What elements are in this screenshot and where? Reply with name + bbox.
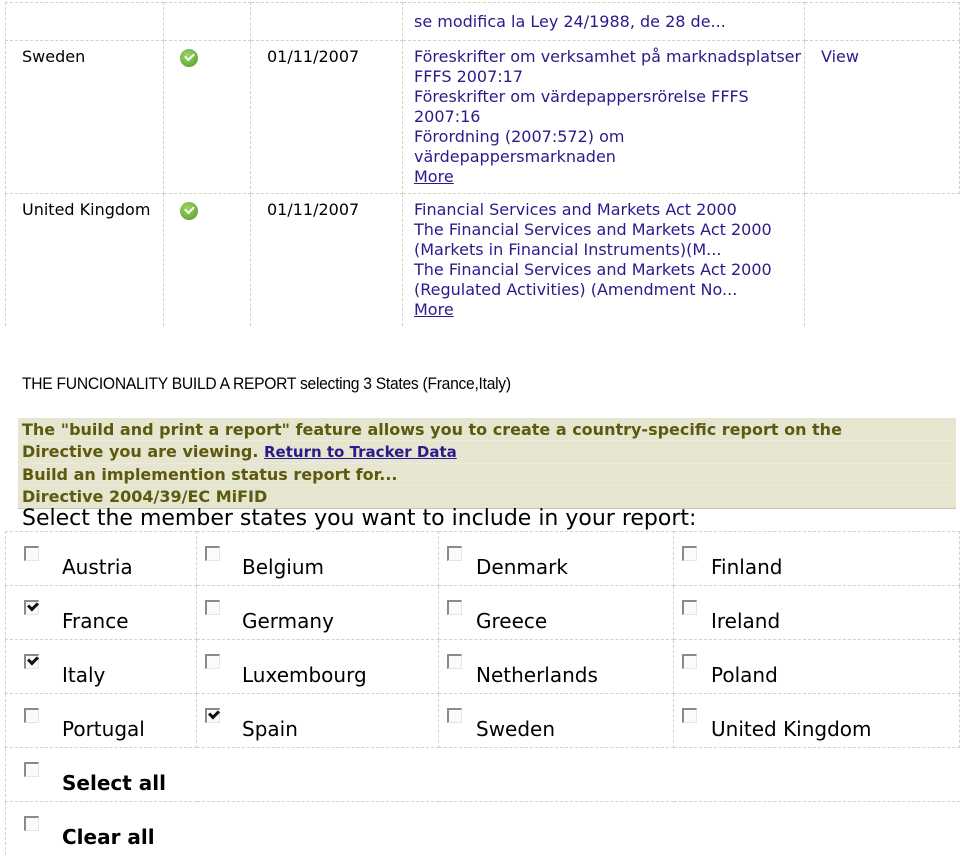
checkbox-denmark[interactable] xyxy=(447,546,462,561)
return-to-tracker-link[interactable]: Return to Tracker Data xyxy=(264,443,457,461)
checkbox-belgium[interactable] xyxy=(205,546,220,561)
member-states-grid: Austria Belgium Denmark Finland France German… xyxy=(5,531,960,855)
state-cell-france: France xyxy=(5,585,197,640)
state-cell-belgium: Belgium xyxy=(196,531,439,586)
state-cell-poland: Poland xyxy=(673,639,960,694)
law-link[interactable]: Förordning (2007:572) om värdepappersmar… xyxy=(414,127,804,167)
report-caption: THE FUNCIONALITY BUILD A REPORT selectin… xyxy=(22,374,511,393)
tracker-table: se modifica la Ley 24/1988, de 28 de... … xyxy=(5,2,960,326)
action-row: Clear all xyxy=(5,801,960,855)
state-label[interactable]: United Kingdom xyxy=(711,717,872,741)
law-link[interactable]: The Financial Services and Markets Act 2… xyxy=(414,220,804,260)
report-info-box: The "build and print a report" feature a… xyxy=(18,418,956,509)
state-label[interactable]: Poland xyxy=(711,663,778,687)
state-cell-italy: Italy xyxy=(5,639,197,694)
checkbox-poland[interactable] xyxy=(682,654,697,669)
checkbox-finland[interactable] xyxy=(682,546,697,561)
state-cell-sweden: Sweden xyxy=(438,693,674,748)
law-link[interactable]: Föreskrifter om värdepappersrörelse FFFS… xyxy=(414,87,804,127)
country-name: Sweden xyxy=(5,40,164,194)
state-label[interactable]: Denmark xyxy=(476,555,568,579)
state-label[interactable]: France xyxy=(62,609,129,633)
state-cell-austria: Austria xyxy=(5,531,197,586)
checkbox-france[interactable] xyxy=(24,600,39,615)
check-circle-icon xyxy=(180,49,198,67)
state-label[interactable]: Greece xyxy=(476,609,547,633)
state-label[interactable]: Portugal xyxy=(62,717,145,741)
implementation-date: 01/11/2007 xyxy=(250,193,403,326)
check-circle-icon xyxy=(180,202,198,220)
state-label[interactable]: Austria xyxy=(62,555,133,579)
country-name: United Kingdom xyxy=(5,193,164,326)
table-row-united-kingdom: United Kingdom 01/11/2007 Financial Serv… xyxy=(5,193,960,326)
checkbox-portugal[interactable] xyxy=(24,708,39,723)
state-cell-netherlands: Netherlands xyxy=(438,639,674,694)
checkbox-italy[interactable] xyxy=(24,654,39,669)
more-link[interactable]: More xyxy=(414,167,804,187)
info-intro: The "build and print a report" feature a… xyxy=(22,419,956,441)
table-row-sweden: Sweden 01/11/2007 Föreskrifter om verksa… xyxy=(5,40,960,194)
implementation-date: 01/11/2007 xyxy=(250,40,403,194)
clear-all-checkbox[interactable] xyxy=(24,816,39,831)
law-link[interactable]: Financial Services and Markets Act 2000 xyxy=(414,200,804,220)
state-cell-denmark: Denmark xyxy=(438,531,674,586)
checkbox-greece[interactable] xyxy=(447,600,462,615)
state-label[interactable]: Germany xyxy=(242,609,334,633)
info-intro-continued: Directive you are viewing. xyxy=(22,442,259,461)
state-cell-ireland: Ireland xyxy=(673,585,960,640)
state-label[interactable]: Spain xyxy=(242,717,298,741)
country-cell xyxy=(5,2,164,41)
states-row: France Germany Greece Ireland xyxy=(5,585,960,640)
clear-all-label[interactable]: Clear all xyxy=(62,825,155,849)
select-all-checkbox[interactable] xyxy=(24,762,39,777)
state-label[interactable]: Sweden xyxy=(476,717,555,741)
checkbox-germany[interactable] xyxy=(205,600,220,615)
law-link[interactable]: The Financial Services and Markets Act 2… xyxy=(414,260,804,300)
state-label[interactable]: Luxembourg xyxy=(242,663,367,687)
directive-name: Directive 2004/39/EC MiFID xyxy=(22,487,268,506)
state-label[interactable]: Ireland xyxy=(711,609,780,633)
checkbox-luxembourg[interactable] xyxy=(205,654,220,669)
state-cell-spain: Spain xyxy=(196,693,439,748)
select-all-label[interactable]: Select all xyxy=(62,771,166,795)
state-cell-portugal: Portugal xyxy=(5,693,197,748)
law-link[interactable]: se modifica la Ley 24/1988, de 28 de... xyxy=(414,12,804,32)
state-cell-luxembourg: Luxembourg xyxy=(196,639,439,694)
checkbox-spain[interactable] xyxy=(205,708,220,723)
state-label[interactable]: Belgium xyxy=(242,555,324,579)
checkbox-ireland[interactable] xyxy=(682,600,697,615)
action-row: Select all xyxy=(5,747,960,802)
table-row: se modifica la Ley 24/1988, de 28 de... xyxy=(5,2,960,41)
state-cell-finland: Finland xyxy=(673,531,960,586)
checkbox-austria[interactable] xyxy=(24,546,39,561)
law-link[interactable]: Föreskrifter om verksamhet på marknadspl… xyxy=(414,47,804,87)
state-cell-united-kingdom: United Kingdom xyxy=(673,693,960,748)
build-report-line: Build an implemention status report for.… xyxy=(22,464,956,486)
states-row: Italy Luxembourg Netherlands Poland xyxy=(5,639,960,694)
state-label[interactable]: Finland xyxy=(711,555,782,579)
checkbox-sweden[interactable] xyxy=(447,708,462,723)
view-link[interactable]: View xyxy=(821,47,859,66)
checkbox-united-kingdom[interactable] xyxy=(682,708,697,723)
state-label[interactable]: Netherlands xyxy=(476,663,598,687)
more-link[interactable]: More xyxy=(414,300,804,320)
select-states-heading: Select the member states you want to inc… xyxy=(22,506,697,531)
checkbox-netherlands[interactable] xyxy=(447,654,462,669)
states-row: Austria Belgium Denmark Finland xyxy=(5,531,960,586)
state-label[interactable]: Italy xyxy=(62,663,105,687)
state-cell-germany: Germany xyxy=(196,585,439,640)
state-cell-greece: Greece xyxy=(438,585,674,640)
states-row: Portugal Spain Sweden United Kingdom xyxy=(5,693,960,748)
